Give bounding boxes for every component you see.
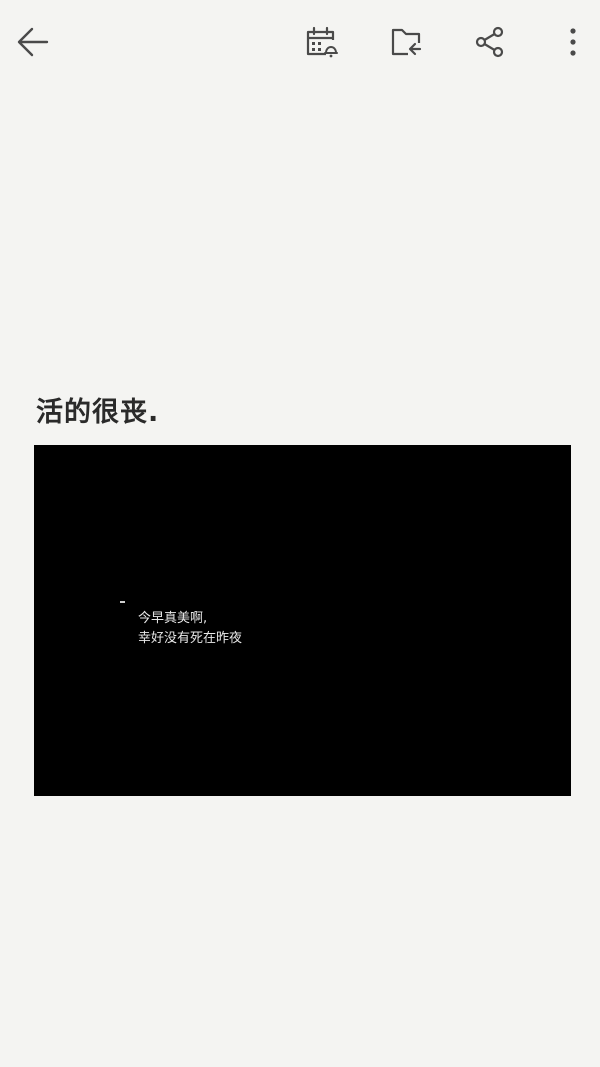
note-image[interactable]: 今早真美啊, 幸好没有死在昨夜 bbox=[34, 445, 571, 796]
reminder-button[interactable] bbox=[297, 18, 345, 66]
arrow-left-icon bbox=[17, 27, 49, 57]
image-dash-mark bbox=[120, 601, 125, 603]
share-icon bbox=[475, 26, 504, 58]
image-text-line: 幸好没有死在昨夜 bbox=[138, 631, 243, 646]
more-vertical-icon bbox=[570, 28, 576, 56]
share-button[interactable] bbox=[466, 18, 514, 66]
more-options-button[interactable] bbox=[549, 18, 597, 66]
calendar-alarm-icon bbox=[306, 26, 338, 58]
note-title[interactable]: 活的很丧. bbox=[36, 390, 159, 429]
back-button[interactable] bbox=[9, 18, 57, 66]
move-to-folder-button[interactable] bbox=[382, 18, 430, 66]
folder-move-icon bbox=[391, 28, 422, 56]
top-toolbar bbox=[0, 0, 600, 84]
image-text-line: 今早真美啊, bbox=[138, 611, 208, 626]
